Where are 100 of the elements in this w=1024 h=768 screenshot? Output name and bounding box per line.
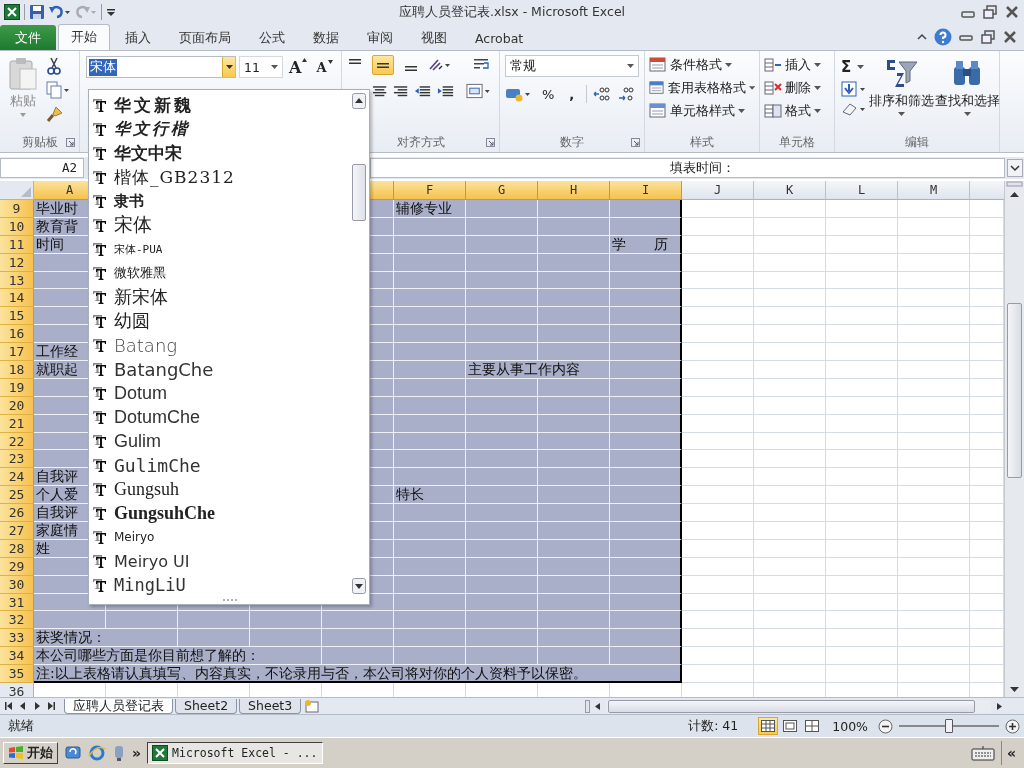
table-cell[interactable] — [610, 325, 682, 344]
help-icon[interactable] — [934, 28, 952, 46]
row-header[interactable]: 14 — [0, 289, 34, 308]
ribbon-tab[interactable]: 视图 — [408, 26, 460, 50]
split-handle-icon[interactable] — [1006, 181, 1023, 187]
row-header[interactable]: 36 — [0, 683, 34, 697]
table-cell[interactable] — [610, 200, 682, 218]
ribbon-tab[interactable]: 公式 — [246, 26, 298, 50]
column-header[interactable]: K — [754, 181, 826, 200]
resize-grip-icon[interactable] — [222, 598, 238, 602]
percent-button[interactable]: % — [539, 86, 558, 102]
zoom-slider-thumb[interactable] — [945, 719, 953, 733]
table-cell[interactable] — [610, 504, 682, 523]
sort-filter-button[interactable]: 排序和筛选 — [869, 55, 933, 132]
table-cell[interactable] — [610, 647, 682, 666]
row-header[interactable]: 27 — [0, 522, 34, 540]
eraser-icon[interactable] — [841, 101, 867, 117]
align-button[interactable] — [372, 55, 394, 75]
tray-overflow-button[interactable]: « — [1001, 741, 1021, 765]
increase-decimal-icon[interactable] — [593, 86, 612, 102]
align-right-icon[interactable] — [393, 84, 409, 98]
scroll-down-icon[interactable] — [352, 578, 366, 594]
sheet-tab[interactable]: 应聘人员登记表 — [64, 698, 173, 714]
decrease-indent-icon[interactable] — [414, 84, 432, 98]
row-header[interactable]: 34 — [0, 647, 34, 666]
sheet-tab[interactable]: Sheet3 — [239, 698, 302, 714]
insert-sheet-icon[interactable] — [303, 699, 322, 713]
font-option[interactable]: 幼圆 — [89, 309, 351, 333]
column-header[interactable]: H — [538, 181, 610, 200]
style-menu-button[interactable]: 套用表格格式 — [649, 78, 755, 98]
table-cell[interactable] — [610, 361, 682, 379]
row-header[interactable]: 32 — [0, 611, 34, 630]
table-cell[interactable]: 本公司哪些方面是你目前想了解的： — [34, 647, 322, 666]
restore-icon[interactable] — [982, 5, 998, 19]
close-icon[interactable] — [1004, 5, 1020, 19]
style-menu-button[interactable]: 单元格样式 — [649, 101, 755, 121]
font-option[interactable]: 华文中宋 — [89, 141, 351, 165]
ribbon-tab[interactable]: 审阅 — [354, 26, 406, 50]
cells-menu-button[interactable]: 插入 — [764, 55, 830, 75]
fill-down-icon[interactable] — [841, 81, 867, 97]
table-cell[interactable]: 注:以上表格请认真填写、内容真实，不论录用与否，本公司将对你的个人资料予以保密。 — [34, 665, 682, 684]
row-header[interactable]: 9 — [0, 200, 34, 218]
font-option[interactable]: Dotum — [89, 381, 351, 405]
scroll-thumb[interactable] — [352, 164, 366, 221]
row-header[interactable]: 15 — [0, 307, 34, 326]
row-header[interactable]: 35 — [0, 665, 34, 684]
quick-launch-overflow[interactable]: » — [132, 745, 142, 761]
file-tab[interactable]: 文件 — [0, 25, 56, 50]
font-option[interactable]: 微软雅黑 — [89, 261, 351, 285]
table-cell[interactable] — [610, 468, 682, 487]
copy-icon[interactable] — [46, 81, 70, 99]
comma-button[interactable]: , — [563, 86, 581, 102]
split-handle-icon[interactable] — [585, 699, 590, 713]
scroll-thumb[interactable] — [1007, 303, 1022, 478]
sheet-nav-icon[interactable] — [46, 701, 56, 711]
ribbon-tab[interactable]: 插入 — [112, 26, 164, 50]
keyboard-icon[interactable] — [971, 745, 995, 761]
start-button[interactable]: 开始 — [3, 742, 58, 764]
ribbon-tab[interactable]: 页面布局 — [166, 26, 244, 50]
row-header[interactable]: 24 — [0, 468, 34, 487]
row-header[interactable]: 18 — [0, 361, 34, 379]
shrink-font-button[interactable]: A — [313, 59, 336, 75]
expand-formula-icon[interactable] — [1007, 159, 1023, 177]
row-header[interactable]: 17 — [0, 343, 34, 361]
table-cell[interactable] — [610, 611, 682, 630]
font-option[interactable]: 新宋体 — [89, 285, 351, 309]
table-cell[interactable] — [610, 289, 682, 308]
row-header[interactable]: 26 — [0, 504, 34, 523]
select-all-button[interactable] — [0, 181, 34, 200]
sheet-tab[interactable]: Sheet2 — [175, 698, 238, 714]
table-cell[interactable] — [610, 450, 682, 469]
style-menu-button[interactable]: 条件格式 — [649, 55, 755, 75]
desktop-icon[interactable] — [64, 744, 82, 762]
table-cell[interactable] — [610, 629, 682, 648]
ribbon-tab[interactable]: Acrobat — [462, 26, 537, 50]
autosum-button[interactable]: Σ — [841, 57, 867, 77]
row-header[interactable]: 33 — [0, 629, 34, 648]
font-size-field[interactable]: 11 — [239, 56, 283, 78]
align-center-icon[interactable] — [372, 84, 388, 98]
column-header[interactable]: G — [466, 181, 538, 200]
name-box[interactable]: A2 — [0, 158, 84, 178]
zoom-in-icon[interactable] — [1005, 718, 1020, 734]
close-icon[interactable] — [1002, 30, 1018, 44]
row-header[interactable]: 23 — [0, 450, 34, 469]
font-option[interactable]: 华文新魏 — [89, 93, 351, 117]
row-header[interactable]: 16 — [0, 325, 34, 344]
decrease-decimal-icon[interactable] — [617, 86, 636, 102]
cells-menu-button[interactable]: 删除 — [764, 78, 830, 98]
font-option[interactable]: Gulim — [89, 429, 351, 453]
restore-icon[interactable] — [980, 30, 996, 44]
grow-font-button[interactable]: A — [286, 57, 311, 77]
browser-icon[interactable] — [88, 744, 106, 762]
column-header[interactable]: J — [682, 181, 754, 200]
zoom-out-icon[interactable] — [878, 718, 893, 734]
undo-icon[interactable] — [49, 4, 71, 20]
currency-icon[interactable] — [505, 86, 533, 102]
save-icon[interactable] — [29, 4, 45, 20]
table-cell[interactable] — [610, 486, 682, 505]
increase-indent-icon[interactable] — [437, 84, 455, 98]
table-cell[interactable]: 特长 — [394, 486, 466, 505]
